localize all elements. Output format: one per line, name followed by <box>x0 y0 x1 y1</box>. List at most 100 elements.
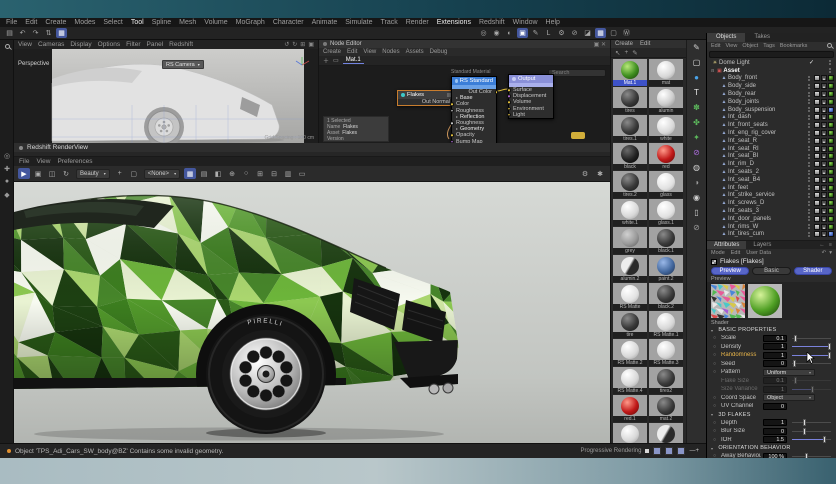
renderview-menu-preferences[interactable]: Preferences <box>57 158 92 165</box>
object-row-body-side[interactable]: ▲Body_side ▲ <box>707 82 836 90</box>
visibility-dots[interactable] <box>808 84 810 89</box>
create-deformer-icon[interactable]: ✽ <box>687 100 706 115</box>
param-row-ior[interactable]: ○IOR1.5 <box>707 436 836 445</box>
material-tag-icon[interactable] <box>828 91 834 97</box>
toolbar-workplane-icon[interactable]: ◪ <box>582 28 593 38</box>
create-volume-icon[interactable]: ◍ <box>687 160 706 175</box>
visibility-dots[interactable] <box>808 232 810 237</box>
create-disable-icon[interactable]: ⊘ <box>687 220 706 235</box>
material-tag-icon[interactable] <box>828 216 834 222</box>
material-grey[interactable]: grey <box>613 227 647 254</box>
texture-tag-icon[interactable] <box>814 114 820 120</box>
rv-focus-target-icon[interactable]: ⊕ <box>226 168 238 179</box>
viewport-menu-display[interactable]: Display <box>70 41 91 48</box>
zoom-view-icon[interactable]: ⊞ <box>300 41 305 48</box>
menu-extensions[interactable]: Extensions <box>437 18 471 27</box>
keyframe-dot[interactable]: ○ <box>713 428 719 434</box>
material-white-2[interactable]: white.2 <box>613 423 647 443</box>
snapshot-b-icon[interactable] <box>665 447 673 455</box>
material-chrome[interactable]: chrome <box>649 423 683 443</box>
rv-layout-panels-icon[interactable]: ▥ <box>282 168 294 179</box>
object-search-input[interactable] <box>709 51 834 58</box>
toggle-view-icon[interactable]: ▣ <box>308 41 314 48</box>
attr-lock-icon[interactable]: ▾ <box>829 250 832 256</box>
texture-tag-icon[interactable] <box>814 231 820 237</box>
param-row-density[interactable]: ○Density1 <box>707 343 836 352</box>
param-slider[interactable] <box>792 335 831 342</box>
toolbar-render-current-icon[interactable]: ◉ <box>491 28 502 38</box>
menu-volume[interactable]: Volume <box>204 18 227 27</box>
viewport-canvas[interactable]: Perspective RS Camera▾ Grid Spacing : 10… <box>14 49 318 143</box>
create-restriction-icon[interactable]: ⊘ <box>687 145 706 160</box>
param-value[interactable]: 0 <box>763 403 787 410</box>
object-row-int-rim-d[interactable]: ▲Int_rim_D ▲ <box>707 160 836 168</box>
stop-render-icon[interactable] <box>645 449 649 453</box>
texture-tag-icon[interactable] <box>814 200 820 206</box>
object-row-int-seat-r[interactable]: ▲Int_seat_R ▲ <box>707 137 836 145</box>
texture-tag-icon[interactable] <box>814 146 820 152</box>
enabled-check-icon[interactable]: ✓ <box>809 59 814 66</box>
rv-compare-split-icon[interactable]: ◧ <box>212 168 224 179</box>
param-row-coord-space[interactable]: ○Coord SpaceObject▾ <box>707 394 836 403</box>
material-tag-icon[interactable] <box>828 161 834 167</box>
param-value[interactable]: 1 <box>763 386 787 393</box>
toolbar-pen-tool-icon[interactable]: ✎ <box>530 28 541 38</box>
texture-tag-icon[interactable] <box>814 138 820 144</box>
move-material-icon[interactable]: + <box>624 49 628 56</box>
param-row-pattern[interactable]: ○PatternUniform▾ <box>707 368 836 377</box>
visibility-dots[interactable] <box>808 224 810 229</box>
object-row-body-joints[interactable]: ▲Body_joints ▲ <box>707 98 836 106</box>
material-tires2[interactable]: tires2 <box>649 367 683 394</box>
attr-menu-icon[interactable]: ≡ <box>829 242 832 248</box>
param-row-scale[interactable]: ○Scale0.1 <box>707 334 836 343</box>
material-white[interactable]: white <box>649 115 683 142</box>
keyframe-dot[interactable]: ○ <box>713 352 719 358</box>
phong-tag-icon[interactable]: ▲ <box>821 91 827 97</box>
mode-texture-icon[interactable]: ✚ <box>0 162 14 175</box>
texture-tag-icon[interactable] <box>814 83 820 89</box>
section-orientation-behavior[interactable]: ▾ORIENTATION BEHAVIOR <box>707 444 836 452</box>
object-row-int-seat-bi[interactable]: ▲Int_seat_BI ▲ <box>707 153 836 161</box>
node-menu-edit[interactable]: Edit <box>347 49 357 55</box>
object-row-int-eng-rig-cover[interactable]: ▲Int_eng_rig_cover ▲ <box>707 129 836 137</box>
om-tab-takes[interactable]: Takes <box>745 33 779 42</box>
material-menu-create[interactable]: Create <box>615 41 633 47</box>
toolbar-history-icon[interactable]: ⇅ <box>43 28 54 38</box>
mode-button-shader[interactable]: Shader <box>794 267 832 275</box>
rv-ab-compare-icon[interactable]: ◫ <box>46 168 58 179</box>
menu-select[interactable]: Select <box>103 18 122 27</box>
rv-snapshot-grid-icon[interactable]: ▤ <box>198 168 210 179</box>
material-tire[interactable]: tire <box>613 311 647 338</box>
material-red-1[interactable]: red.1 <box>613 395 647 422</box>
menu-file[interactable]: File <box>6 18 17 27</box>
object-row-body-front[interactable]: ▲Body_front ▲ <box>707 75 836 83</box>
phong-tag-icon[interactable]: ▲ <box>821 231 827 237</box>
mode-edges-icon[interactable]: ◆ <box>0 188 14 201</box>
notification-button[interactable] <box>571 132 585 139</box>
add-tab-icon[interactable]: ＋ <box>323 56 329 65</box>
viewport-menu-panel[interactable]: Panel <box>147 41 164 48</box>
attr-menu-edit[interactable]: Edit <box>731 250 740 256</box>
render-canvas[interactable]: PIRELLI <box>14 182 610 443</box>
rv-color-sample-icon[interactable]: ○ <box>240 168 252 179</box>
create-half-sphere-icon[interactable]: ◑ <box>687 175 706 190</box>
texture-tag-icon[interactable] <box>814 91 820 97</box>
select-arrow-icon[interactable]: ↖ <box>615 49 620 57</box>
node-menu-debug[interactable]: Debug <box>430 49 448 55</box>
snapshot-c-icon[interactable] <box>677 447 685 455</box>
material-tag-icon[interactable] <box>828 146 834 152</box>
material-alumin-2[interactable]: alumin.2 <box>613 255 647 282</box>
texture-tag-icon[interactable] <box>814 107 820 113</box>
object-row-int-door-panels[interactable]: ▲Int_door_panels ▲ <box>707 215 836 223</box>
object-row-int-seats-3[interactable]: ▲Int_seats_3 ▲ <box>707 207 836 215</box>
menu-modes[interactable]: Modes <box>74 18 95 27</box>
visibility-dots[interactable] <box>808 146 810 151</box>
param-row-depth[interactable]: ○Depth1 <box>707 419 836 428</box>
material-rs-matte-1[interactable]: RS Matte.1 <box>649 311 683 338</box>
phong-tag-icon[interactable]: ▲ <box>821 114 827 120</box>
snapshot-dropdown[interactable]: <None>▾ <box>144 169 180 179</box>
param-value[interactable]: 1.5 <box>763 436 787 443</box>
menu-mesh[interactable]: Mesh <box>179 18 196 27</box>
toolbar-layout-grid-icon[interactable]: ▦ <box>56 28 67 38</box>
param-value[interactable]: 0.1 <box>763 377 787 384</box>
